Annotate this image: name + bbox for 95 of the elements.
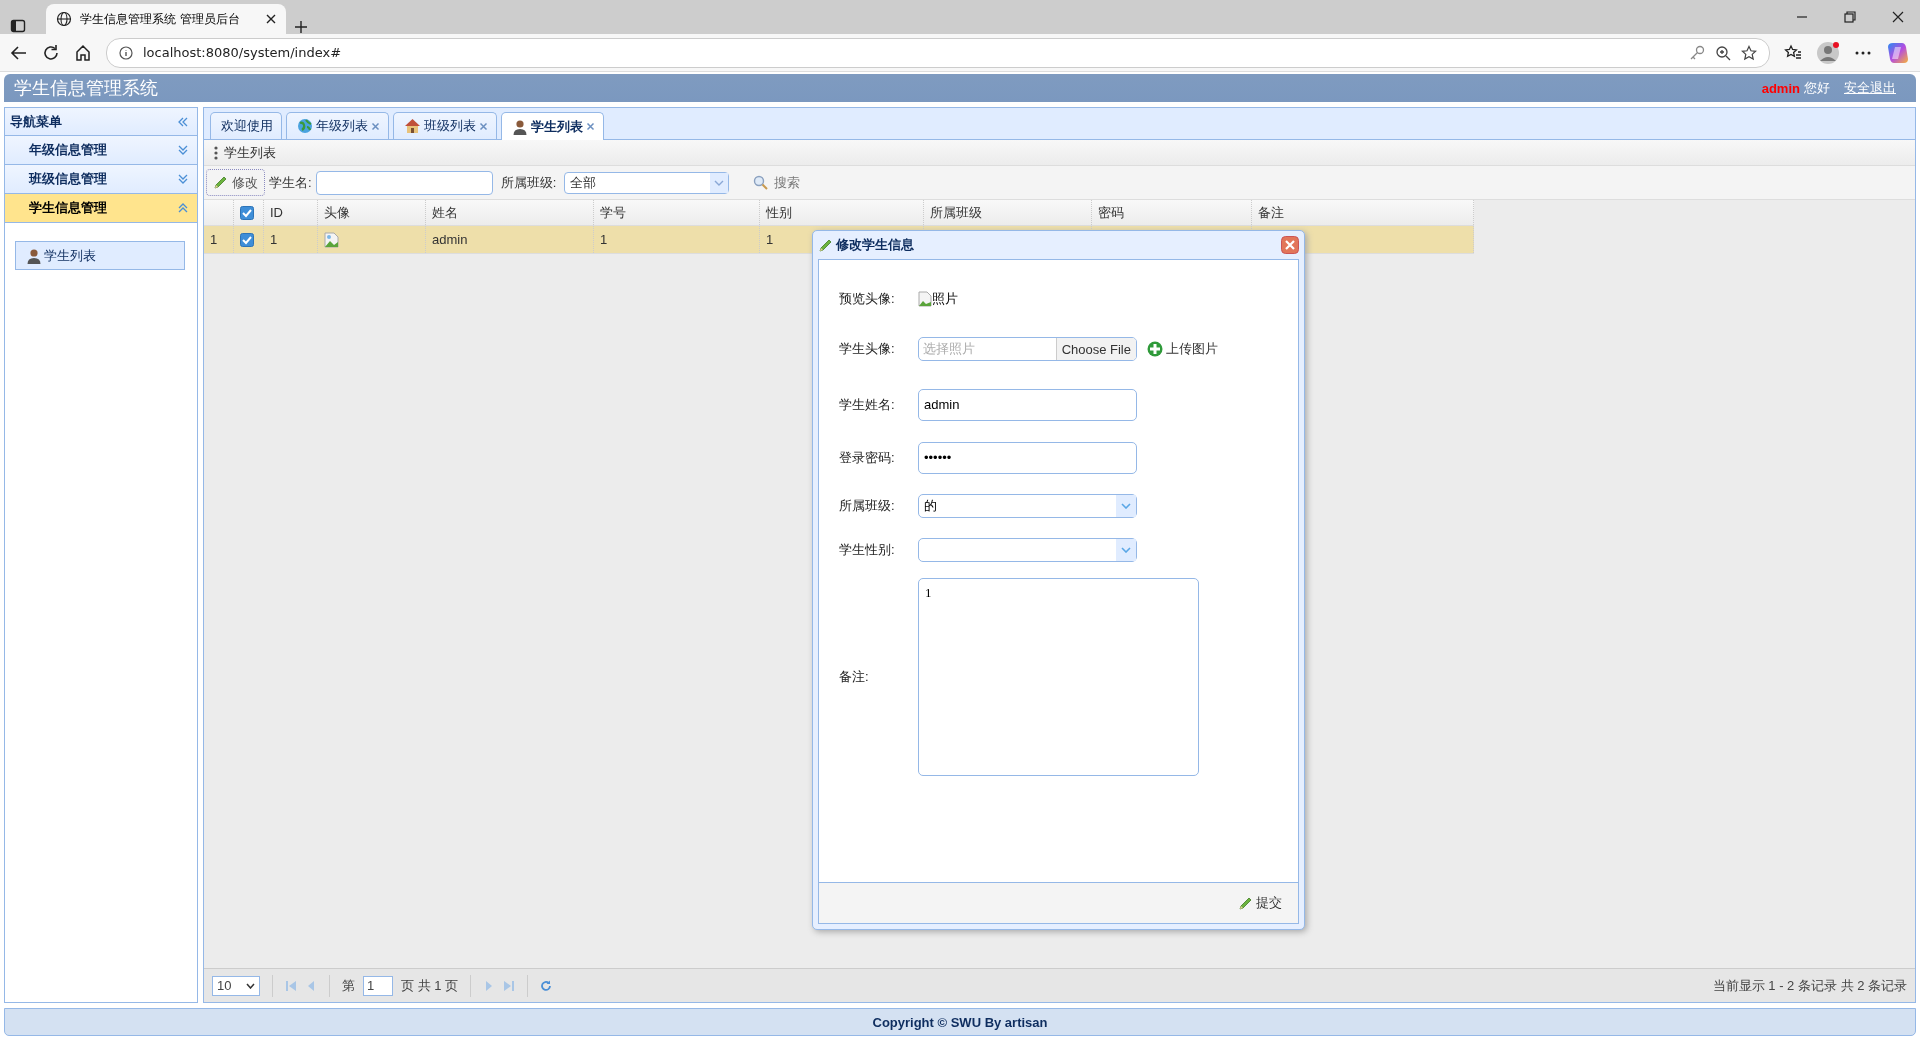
favorites-icon[interactable] [1784, 43, 1802, 62]
column-header[interactable]: 头像 [318, 200, 426, 225]
app-title: 学生信息管理系统 [14, 77, 159, 100]
submit-button[interactable]: 提交 [1232, 893, 1288, 913]
pencil-icon [818, 237, 833, 253]
person-icon [512, 118, 528, 135]
house-icon [404, 118, 421, 134]
chevron-down-icon [246, 982, 255, 989]
tab[interactable]: 年级列表 [286, 112, 389, 139]
expand-icon[interactable] [177, 173, 189, 185]
close-icon[interactable] [266, 14, 276, 24]
chevron-down-icon [1121, 503, 1131, 509]
profile-icon[interactable] [1816, 40, 1840, 65]
column-header[interactable]: 备注 [1252, 200, 1474, 225]
edit-button[interactable]: 修改 [206, 169, 265, 196]
back-icon[interactable] [10, 43, 28, 62]
dropdown[interactable]: 的 [918, 494, 1137, 518]
broken-image-icon [324, 231, 340, 248]
text-field[interactable]: admin [918, 388, 1137, 421]
globe-icon [297, 118, 313, 134]
sidebar-icon[interactable] [10, 18, 26, 34]
plus-icon [1147, 341, 1163, 357]
username: admin [1761, 80, 1800, 96]
class-dropdown[interactable]: 全部 [564, 171, 730, 194]
expand-icon[interactable] [177, 144, 189, 156]
field-label: 所属班级: [500, 173, 557, 192]
star-icon[interactable] [1741, 44, 1757, 61]
column-header[interactable]: 学号 [594, 200, 760, 225]
file-input[interactable]: 选择照片 Choose File [918, 337, 1137, 361]
search-icon [753, 175, 769, 190]
browser-tab[interactable]: 学生信息管理系统 管理员后台 [46, 4, 286, 34]
home-icon[interactable] [74, 43, 92, 62]
drag-handle-icon [214, 145, 218, 160]
nav-title: 导航菜单 [10, 112, 62, 131]
broken-image-icon [918, 291, 932, 307]
table-cell: 1 [594, 226, 760, 253]
remarks-field[interactable]: 1 [918, 578, 1199, 776]
refresh-icon[interactable] [540, 979, 553, 992]
restore-icon[interactable] [1844, 11, 1856, 23]
row-number: 1 [204, 226, 234, 253]
copyright-text: Copyright © SWU By artisan [872, 1014, 1048, 1030]
person-icon [26, 247, 42, 264]
checkbox[interactable] [240, 205, 254, 220]
dialog-title: 修改学生信息 [836, 236, 915, 254]
field-label: 备注: [839, 668, 870, 686]
upload-button[interactable]: 上传图片 [1147, 340, 1218, 358]
pencil-icon [1238, 895, 1253, 911]
tab[interactable]: 欢迎使用 [210, 112, 282, 139]
collapse-icon[interactable] [177, 115, 189, 128]
field-label: 登录密码: [839, 448, 896, 467]
tab[interactable]: 班级列表 [393, 112, 497, 139]
table-cell: 1 [264, 226, 318, 253]
tab[interactable]: 学生列表 [501, 112, 604, 140]
nav-section[interactable]: 学生信息管理 [5, 194, 197, 223]
chevron-down-icon [1121, 547, 1131, 553]
column-header[interactable]: 密码 [1092, 200, 1252, 225]
info-icon[interactable] [119, 45, 133, 60]
nav-section[interactable]: 年级信息管理 [5, 136, 197, 165]
collapse-icon[interactable] [177, 202, 189, 214]
panel-title: 学生列表 [224, 143, 276, 162]
page-number-field[interactable]: 1 [363, 975, 393, 996]
column-header[interactable]: 所属班级 [924, 200, 1092, 225]
record-summary: 当前显示 1 - 2 条记录 共 2 条记录 [1712, 976, 1907, 995]
page-size-select[interactable]: 10 [212, 975, 260, 996]
close-icon[interactable] [1892, 11, 1904, 23]
pencil-icon [213, 175, 228, 190]
checkbox[interactable] [240, 232, 254, 247]
address-bar[interactable]: localhost:8080/system/index# [106, 37, 1770, 68]
text-field[interactable]: •••••• [918, 441, 1137, 474]
column-header[interactable]: 性别 [760, 200, 924, 225]
field-label: 预览头像: [839, 290, 896, 308]
table-cell: admin [426, 226, 594, 253]
column-header[interactable]: ID [264, 200, 318, 225]
pager-text: 第 [342, 976, 355, 995]
new-tab-icon[interactable] [294, 20, 308, 34]
globe-icon [56, 11, 72, 27]
greeting: 您好 [1804, 79, 1830, 97]
zoom-icon[interactable] [1715, 44, 1731, 61]
search-button[interactable]: 搜索 [753, 173, 801, 192]
field-label: 学生姓名: [839, 395, 896, 414]
name-search-field[interactable] [315, 170, 493, 195]
copilot-icon[interactable] [1886, 40, 1910, 65]
pager-text: 页 共 1 页 [401, 976, 459, 995]
column-header[interactable]: 姓名 [426, 200, 594, 225]
chevron-down-icon [714, 179, 725, 186]
field-label: 学生名: [269, 173, 312, 192]
nav-section[interactable]: 班级信息管理 [5, 165, 197, 194]
field-label: 所属班级: [839, 497, 896, 515]
field-label: 学生头像: [839, 340, 896, 358]
close-button[interactable] [1281, 236, 1299, 254]
image-alt-text: 照片 [932, 290, 958, 308]
key-icon[interactable] [1689, 44, 1705, 61]
reload-icon[interactable] [42, 43, 60, 62]
nav-item[interactable]: 学生列表 [15, 241, 185, 270]
field-label: 学生性别: [839, 541, 896, 559]
